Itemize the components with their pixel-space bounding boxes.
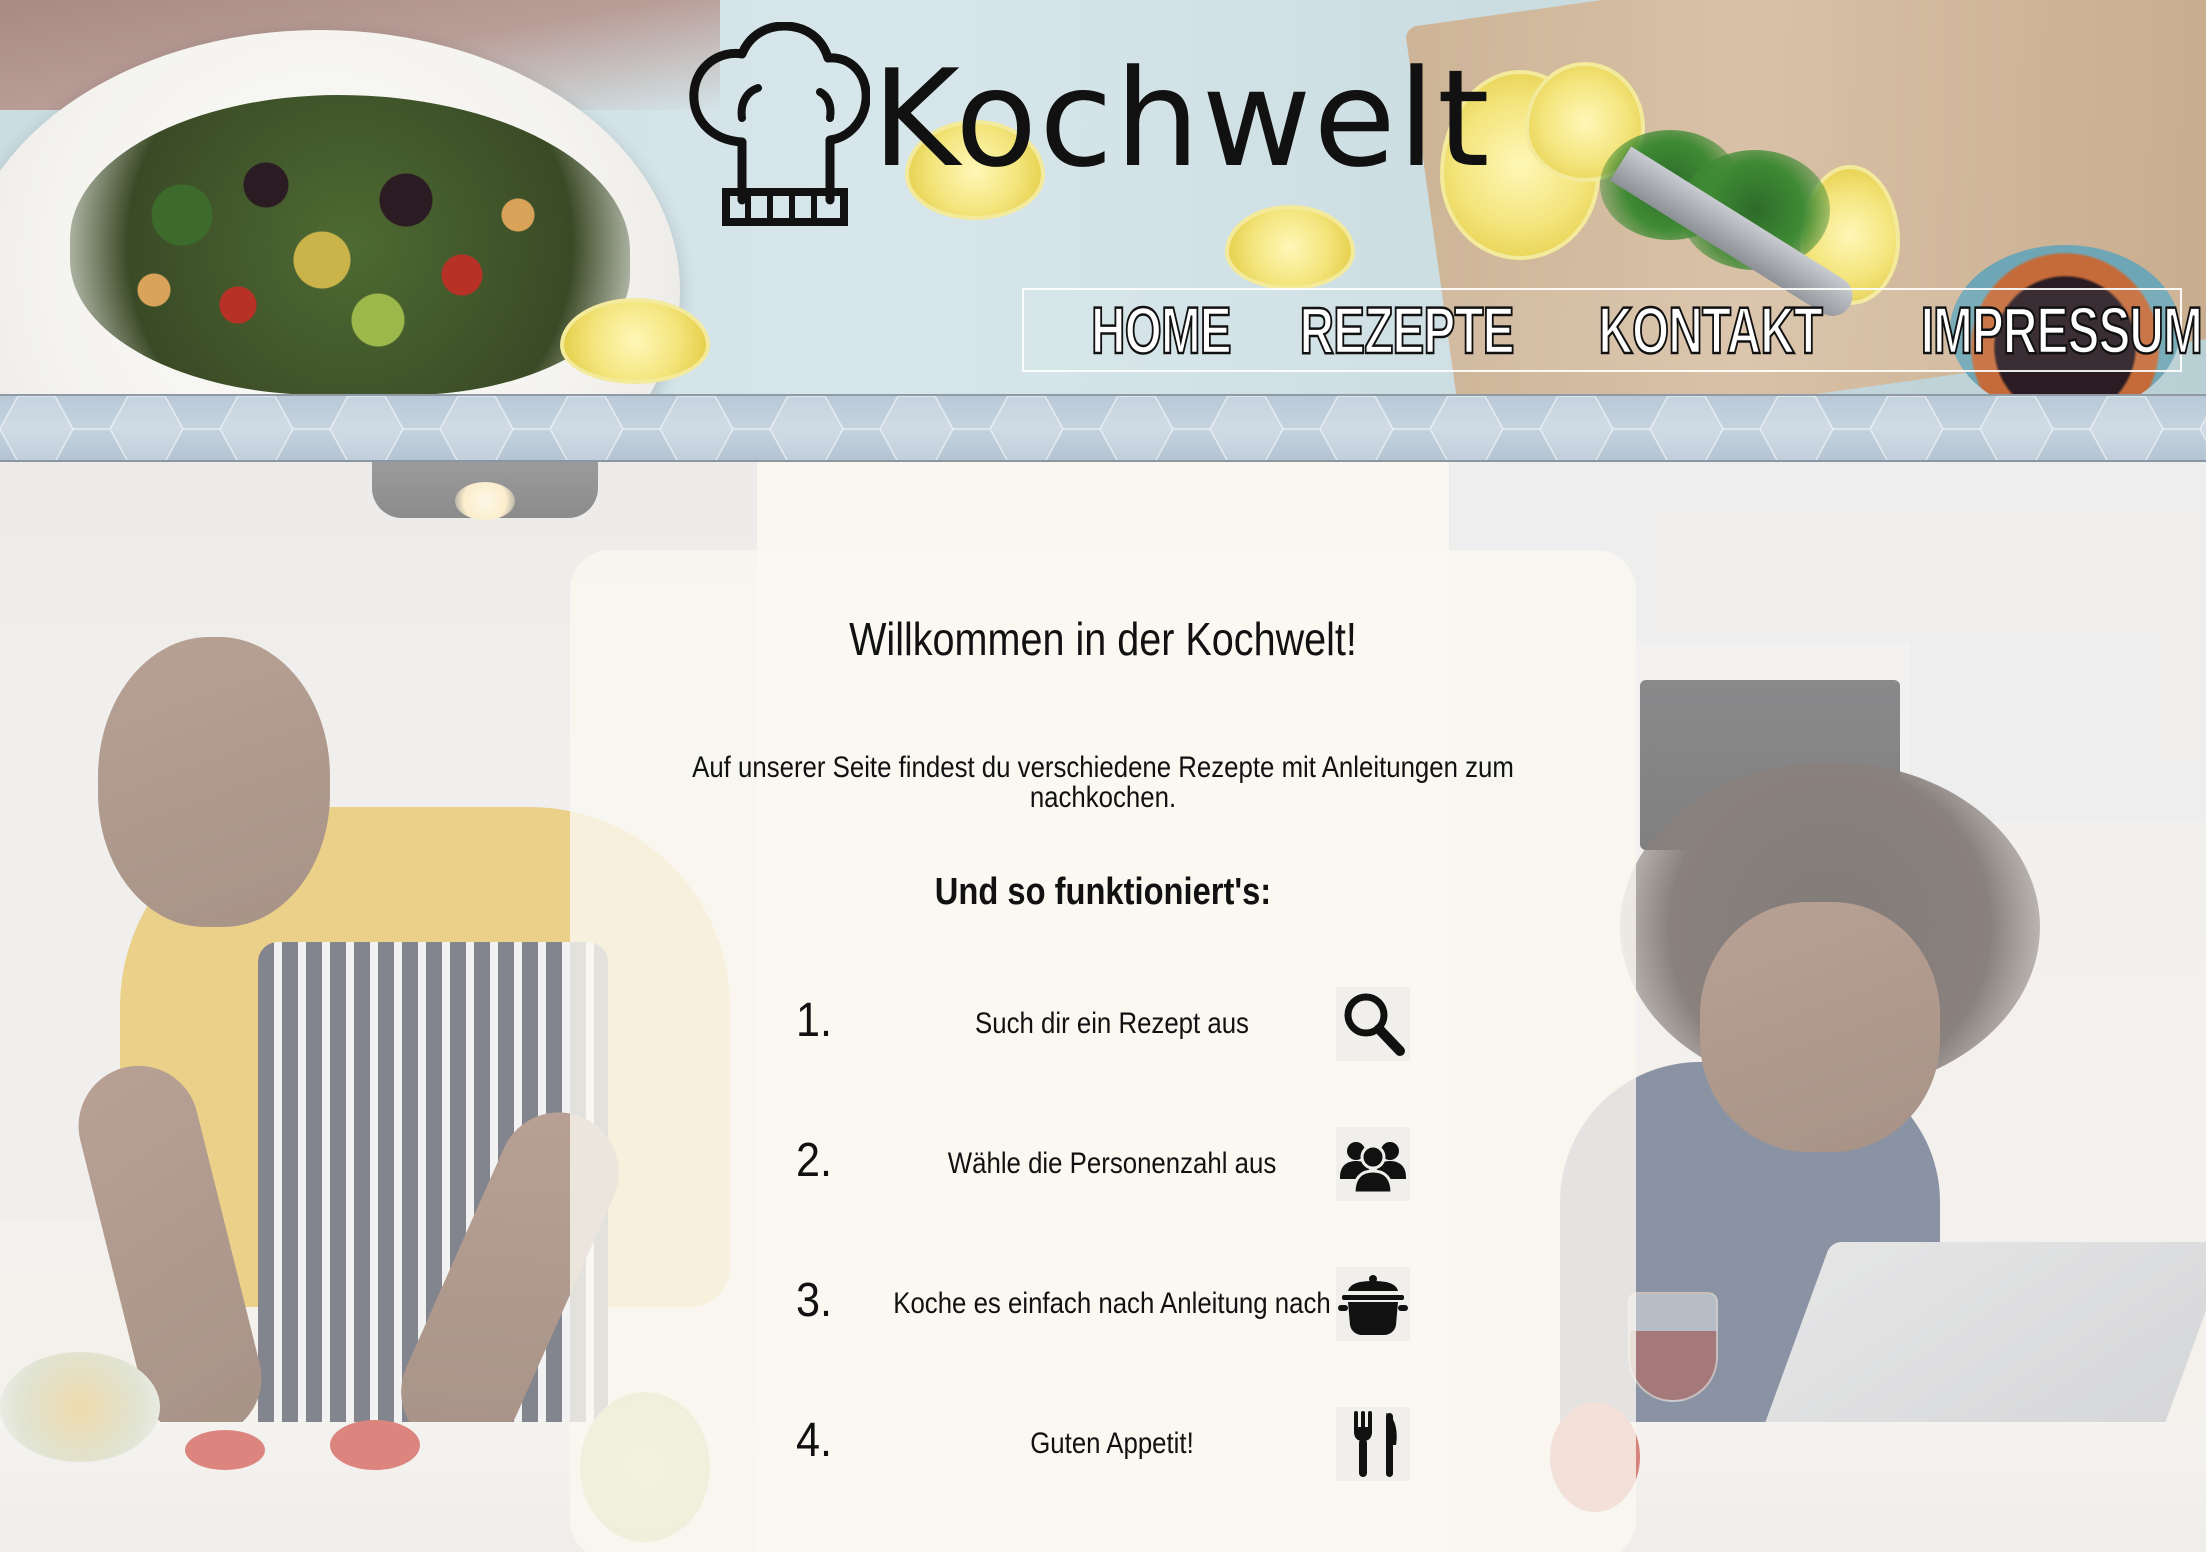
- step-text: Guten Appetit!: [1030, 1427, 1194, 1460]
- nav-rezepte[interactable]: REZEPTE: [1299, 296, 1516, 365]
- chef-hat-icon: [689, 22, 870, 226]
- brand-name: Kochwelt: [872, 41, 1492, 197]
- search-icon: [1336, 987, 1410, 1061]
- step-number: 1.: [796, 994, 833, 1047]
- nav-home[interactable]: HOME: [1090, 296, 1232, 365]
- step-item: 4. Guten Appetit!: [570, 1407, 1636, 1487]
- step-item: 3. Koche es einfach nach Anleitung nach: [570, 1267, 1636, 1347]
- step-text: Such dir ein Rezept aus: [975, 1007, 1249, 1040]
- site-header: Kochwelt HOME REZEPTE KONTAKT IMPRESSUM: [0, 0, 2206, 396]
- fork-knife-icon: [1336, 1407, 1410, 1481]
- step-text: Wähle die Personenzahl aus: [947, 1147, 1277, 1180]
- hexagon-pattern: [0, 396, 2206, 460]
- cooking-pot-icon: [1336, 1267, 1410, 1341]
- welcome-content: Willkommen in der Kochwelt! Auf unserer …: [570, 550, 1636, 1552]
- step-text: Koche es einfach nach Anleitung nach: [893, 1287, 1331, 1320]
- how-it-works-heading: Und so funktioniert's:: [934, 871, 1272, 913]
- step-item: 2. Wähle die Personenzahl aus: [570, 1127, 1636, 1207]
- people-icon: [1336, 1127, 1410, 1201]
- main-nav: HOME REZEPTE KONTAKT IMPRESSUM: [1022, 288, 2204, 372]
- nav-kontakt[interactable]: KONTAKT: [1598, 296, 1824, 365]
- nav-impressum[interactable]: IMPRESSUM: [1920, 296, 2204, 365]
- logo[interactable]: Kochwelt: [680, 22, 1490, 242]
- step-number: 3.: [796, 1274, 833, 1327]
- step-number: 4.: [796, 1414, 833, 1467]
- step-item: 1. Such dir ein Rezept aus: [570, 987, 1636, 1067]
- step-number: 2.: [796, 1134, 833, 1187]
- intro-text: Auf unserer Seite findest du verschieden…: [692, 751, 1514, 814]
- header-lemon-decoration: [560, 298, 710, 384]
- page-title: Willkommen in der Kochwelt!: [849, 613, 1357, 665]
- hexagon-pattern-band: [0, 396, 2206, 462]
